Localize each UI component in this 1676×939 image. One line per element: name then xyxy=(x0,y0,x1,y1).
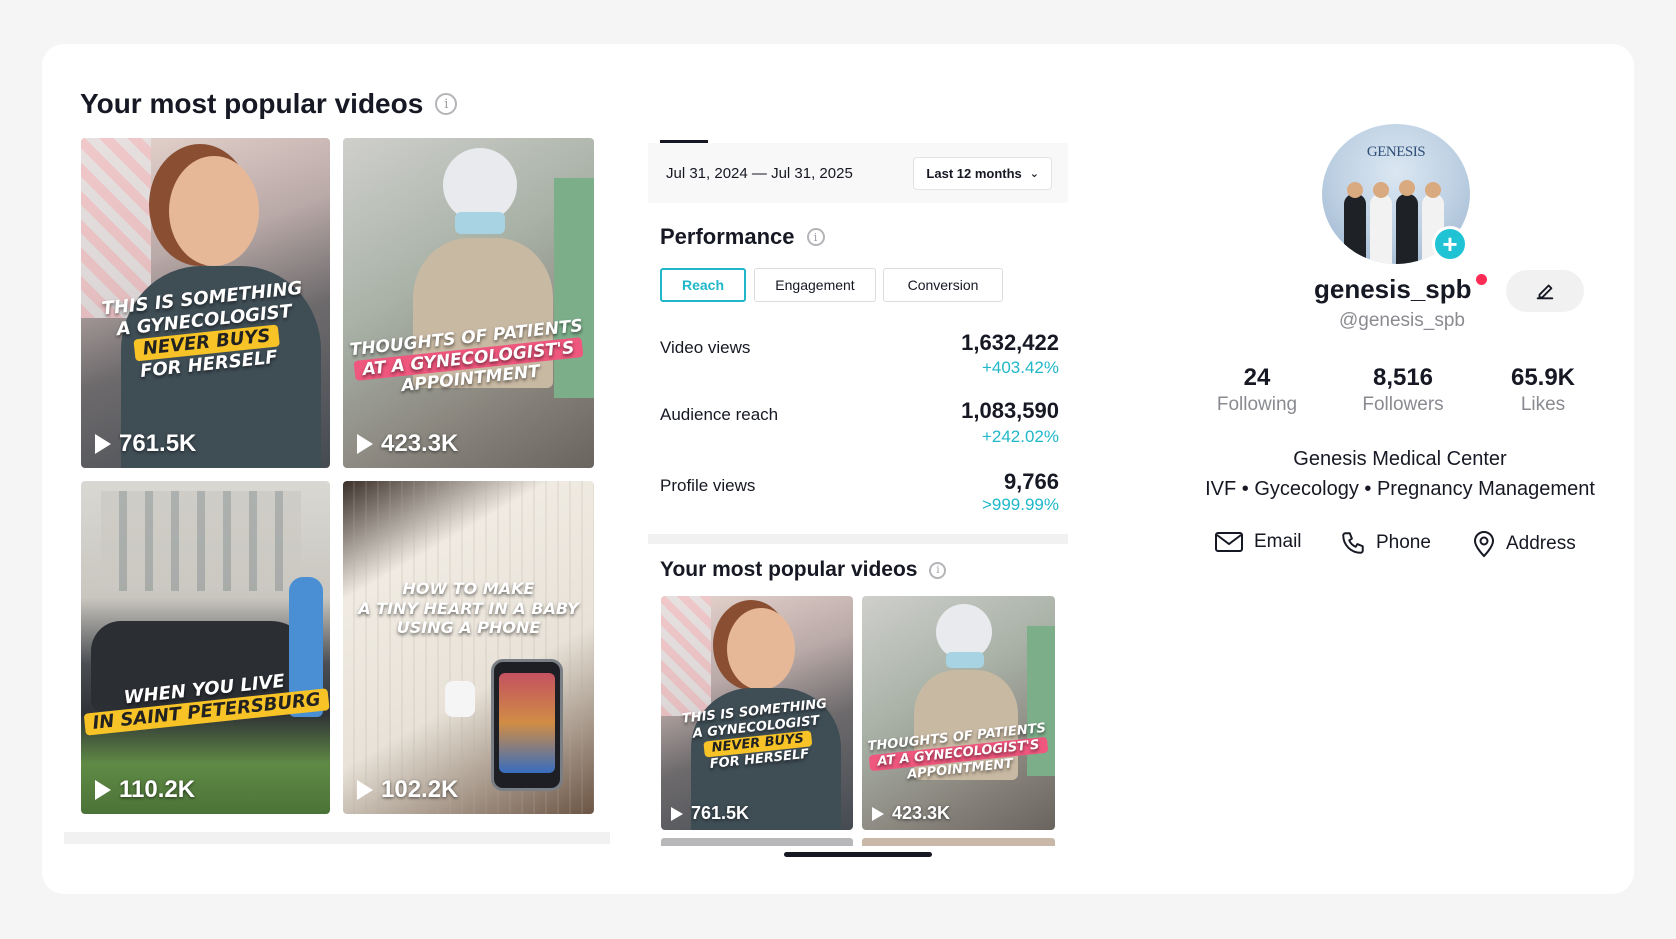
video-thumbnail[interactable]: THIS IS SOMETHING A GYNECOLOGIST NEVER B… xyxy=(661,596,853,830)
user-handle: @genesis_spb xyxy=(1339,310,1465,331)
metric-value-profile-views: 9,766 xyxy=(1003,469,1059,494)
tab-engagement[interactable]: Engagement xyxy=(754,268,876,302)
stat-likes[interactable]: 65.9K Likes xyxy=(1478,364,1608,416)
metric-value-video-views: 1,632,422 xyxy=(961,330,1059,355)
view-count: 423.3K xyxy=(872,803,950,824)
play-icon xyxy=(95,434,111,454)
metric-label-audience-reach: Audience reach xyxy=(660,405,779,424)
next-row-thumbnail-edge xyxy=(862,838,1055,846)
metric-label-profile-views: Profile views xyxy=(660,476,756,495)
play-icon xyxy=(671,806,683,821)
play-icon xyxy=(357,434,373,454)
stat-followers[interactable]: 8,516 Followers xyxy=(1338,364,1468,416)
video-thumbnail[interactable]: THOUGHTS OF PATIENTS AT A GYNECOLOGIST'S… xyxy=(862,596,1055,830)
metric-change-profile-views: >999.99% xyxy=(981,495,1059,514)
mail-icon xyxy=(1215,532,1243,552)
date-range-bar: Jul 31, 2024 — Jul 31, 2025 Last 12 mont… xyxy=(648,143,1068,203)
bio-name: Genesis Medical Center xyxy=(1293,448,1507,470)
view-count: 102.2K xyxy=(357,776,458,804)
info-icon[interactable]: i xyxy=(929,561,947,579)
metric-value-audience-reach: 1,083,590 xyxy=(961,398,1059,423)
video-thumbnail[interactable]: THOUGHTS OF PATIENTS AT A GYNECOLOGIST'S… xyxy=(343,138,594,468)
video-thumbnail[interactable]: HOW TO MAKE A TINY HEART IN A BABY USING… xyxy=(343,481,594,814)
video-thumbnail[interactable]: WHEN YOU LIVE IN SAINT PETERSBURG 110.2K xyxy=(81,481,330,814)
home-indicator xyxy=(784,852,932,857)
date-range-text: Jul 31, 2024 — Jul 31, 2025 xyxy=(666,164,853,182)
notification-dot xyxy=(1476,274,1487,285)
section-divider xyxy=(648,534,1068,544)
tab-reach[interactable]: Reach xyxy=(660,268,746,302)
stat-following[interactable]: 24 Following xyxy=(1192,364,1322,416)
view-count: 761.5K xyxy=(671,803,749,824)
view-count: 761.5K xyxy=(95,430,196,458)
play-icon xyxy=(95,780,111,800)
info-icon[interactable]: i xyxy=(435,93,458,115)
performance-heading: Performance i xyxy=(660,224,825,250)
bio-description: IVF • Gycecology • Pregnancy Management xyxy=(1205,478,1595,500)
tab-conversion[interactable]: Conversion xyxy=(883,268,1003,302)
metric-label-video-views: Video views xyxy=(660,338,751,357)
view-count: 423.3K xyxy=(357,430,458,458)
follow-plus-icon[interactable]: + xyxy=(1432,226,1468,262)
next-row-thumbnail-edge xyxy=(661,838,853,846)
popular-videos-heading: Your most popular videos i xyxy=(80,88,458,120)
contact-phone[interactable]: Phone xyxy=(1340,530,1431,556)
popular-videos-heading-small: Your most popular videos i xyxy=(660,558,947,582)
contact-email[interactable]: Email xyxy=(1214,530,1302,554)
chevron-down-icon: ⌄ xyxy=(1029,167,1039,180)
metric-change-audience-reach: +242.02% xyxy=(981,427,1059,446)
view-count: 110.2K xyxy=(95,776,195,804)
info-icon[interactable]: i xyxy=(806,228,825,246)
metric-change-video-views: +403.42% xyxy=(981,358,1059,377)
play-icon xyxy=(357,780,373,800)
contact-address[interactable]: Address xyxy=(1472,530,1576,558)
phone-icon xyxy=(1342,532,1364,554)
range-select-button[interactable]: Last 12 months ⌄ xyxy=(913,156,1052,190)
username: genesis_spb xyxy=(1314,274,1472,304)
edit-profile-button[interactable] xyxy=(1506,270,1584,312)
play-icon xyxy=(872,806,884,821)
pencil-icon xyxy=(1536,284,1554,300)
video-thumbnail[interactable]: THIS IS SOMETHING A GYNECOLOGIST NEVER B… xyxy=(81,138,330,468)
section-divider xyxy=(64,832,610,844)
location-pin-icon xyxy=(1473,531,1495,558)
